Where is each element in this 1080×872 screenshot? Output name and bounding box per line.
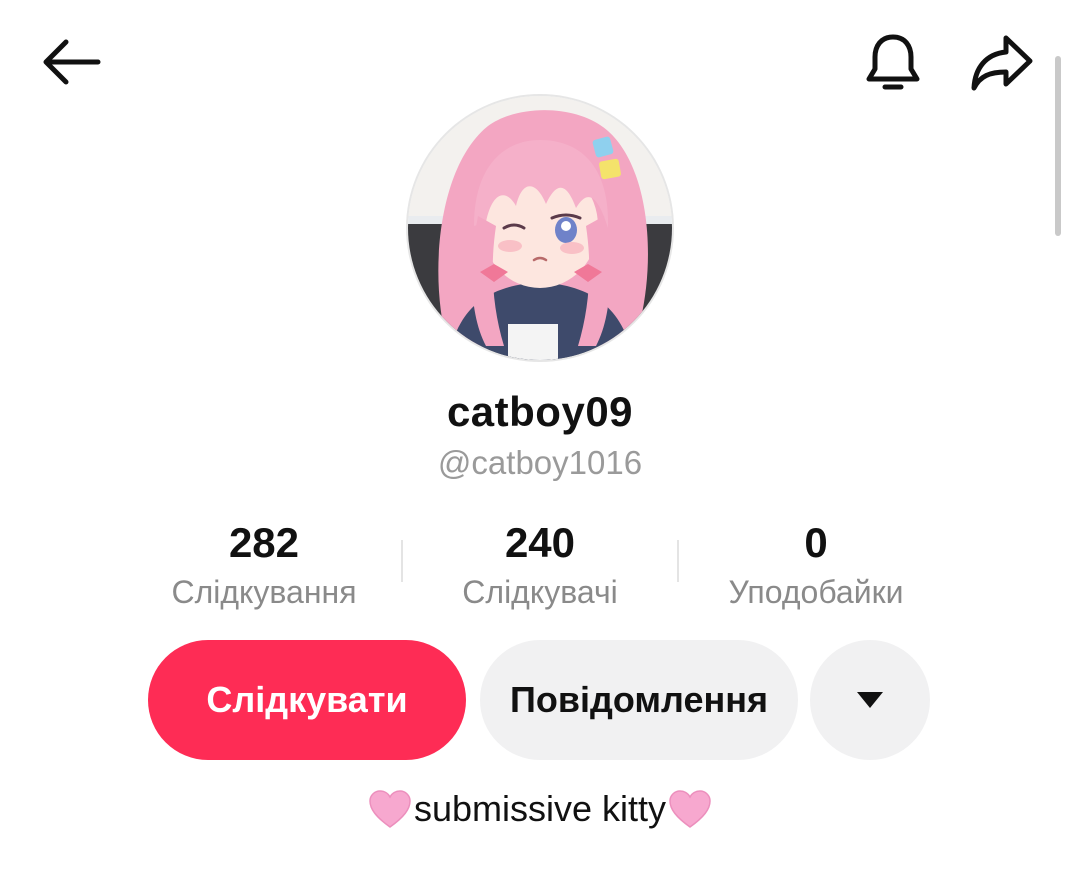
bell-icon bbox=[866, 34, 920, 90]
stat-following-label: Слідкування bbox=[171, 574, 357, 610]
stat-likes[interactable]: 0 Уподобайки bbox=[686, 518, 946, 614]
bio: submissive kitty bbox=[0, 788, 1080, 830]
pink-heart-icon bbox=[368, 789, 412, 829]
stat-following[interactable]: 282 Слідкування bbox=[134, 518, 394, 614]
more-options-button[interactable] bbox=[810, 640, 930, 760]
notification-button[interactable] bbox=[858, 28, 928, 98]
username-handle: @catboy1016 bbox=[437, 444, 643, 481]
caret-down-icon bbox=[857, 692, 883, 708]
stat-likes-label: Уподобайки bbox=[728, 574, 904, 610]
arrow-left-icon bbox=[43, 39, 101, 85]
back-button[interactable] bbox=[36, 30, 106, 94]
avatar[interactable] bbox=[408, 96, 672, 360]
stat-followers[interactable]: 240 Слідкувачі bbox=[410, 518, 670, 614]
share-arrow-icon bbox=[971, 35, 1033, 91]
stat-followers-label: Слідкувачі bbox=[462, 574, 618, 610]
pink-heart-icon bbox=[668, 789, 712, 829]
stat-divider bbox=[401, 540, 403, 582]
message-button[interactable]: Повідомлення bbox=[480, 640, 798, 760]
share-button[interactable] bbox=[966, 30, 1038, 96]
stat-likes-count: 0 bbox=[804, 519, 828, 566]
display-name: catboy09 bbox=[446, 388, 634, 435]
stat-followers-count: 240 bbox=[504, 519, 576, 566]
stat-divider bbox=[677, 540, 679, 582]
avatar-anime-girl-pink-hair bbox=[408, 96, 672, 360]
scrollbar[interactable] bbox=[1055, 56, 1061, 236]
bio-text: submissive kitty bbox=[413, 788, 667, 829]
follow-button[interactable]: Слідкувати bbox=[148, 640, 466, 760]
stat-following-count: 282 bbox=[228, 519, 300, 566]
